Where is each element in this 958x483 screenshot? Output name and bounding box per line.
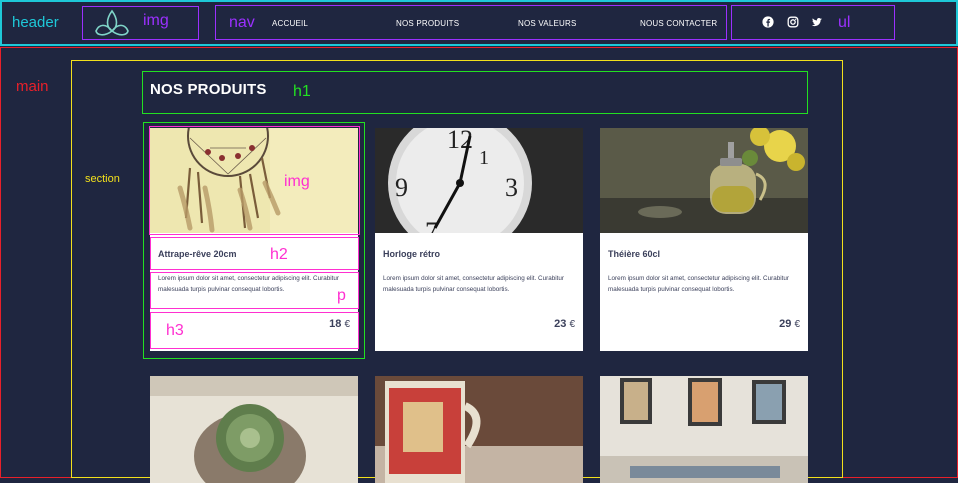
product-card[interactable]: [600, 376, 808, 483]
nav-nos-valeurs[interactable]: NOS VALEURS: [518, 19, 577, 28]
p-annotation-label: p: [337, 287, 346, 304]
h3-annotation-label: h3: [166, 322, 184, 339]
product-price: 18 €: [329, 318, 350, 330]
currency: €: [344, 319, 350, 330]
section-annotation-label: section: [85, 173, 120, 185]
nav-nous-contacter[interactable]: NOUS CONTACTER: [640, 19, 717, 28]
product-description: Lorem ipsum dolor sit amet, consectetur …: [383, 275, 564, 293]
img-annotation-label: img: [143, 12, 169, 29]
product-name: Horloge rétro: [383, 249, 441, 259]
ul-annotation-label: ul: [838, 14, 851, 31]
product-price: 29 €: [779, 318, 800, 330]
product-name: Théière 60cl: [608, 249, 661, 259]
teapot-photo: [600, 128, 808, 233]
product-description: Lorem ipsum dolor sit amet, consectetur …: [608, 275, 789, 293]
price-value: 29: [779, 318, 792, 330]
product-card[interactable]: 12 9 3 7 1 Horloge rétro Lorem ipsum dol…: [375, 128, 583, 351]
twitter-icon[interactable]: [811, 16, 823, 28]
price-value: 18: [329, 318, 342, 330]
frames-photo: [600, 376, 808, 483]
cactus-photo: [150, 376, 358, 483]
currency: €: [569, 319, 575, 330]
h2-annotation-label: h2: [270, 246, 288, 263]
product-card[interactable]: [375, 376, 583, 483]
nav-accueil[interactable]: ACCUEIL: [272, 19, 308, 28]
product-description: Lorem ipsum dolor sit amet, consectetur …: [158, 275, 339, 293]
svg-text:1: 1: [479, 147, 489, 169]
product-card[interactable]: Attrape-rêve 20cm Lorem ipsum dolor sit …: [150, 128, 358, 351]
product-card[interactable]: [150, 376, 358, 483]
price-value: 23: [554, 318, 567, 330]
page-title: NOS PRODUITS: [150, 81, 267, 98]
nav-nos-produits[interactable]: NOS PRODUITS: [396, 19, 459, 28]
dreamcatcher-photo: [150, 128, 358, 233]
facebook-icon[interactable]: [762, 16, 774, 28]
svg-text:9: 9: [395, 173, 408, 202]
mug-photo: [375, 376, 583, 483]
currency: €: [794, 319, 800, 330]
svg-text:3: 3: [505, 173, 518, 202]
triquetra-icon[interactable]: [94, 9, 130, 39]
product-card[interactable]: Théière 60cl Lorem ipsum dolor sit amet,…: [600, 128, 808, 351]
header-annotation-label: header: [12, 14, 59, 31]
product-price: 23 €: [554, 318, 575, 330]
instagram-icon[interactable]: [787, 16, 799, 28]
nav-annotation-label: nav: [229, 14, 255, 31]
card-img-annotation-label: img: [284, 173, 310, 190]
clock-photo: 12 9 3 7 1: [375, 128, 583, 233]
h1-annotation-label: h1: [293, 83, 311, 100]
product-name: Attrape-rêve 20cm: [158, 249, 237, 259]
main-annotation-label: main: [16, 78, 49, 95]
